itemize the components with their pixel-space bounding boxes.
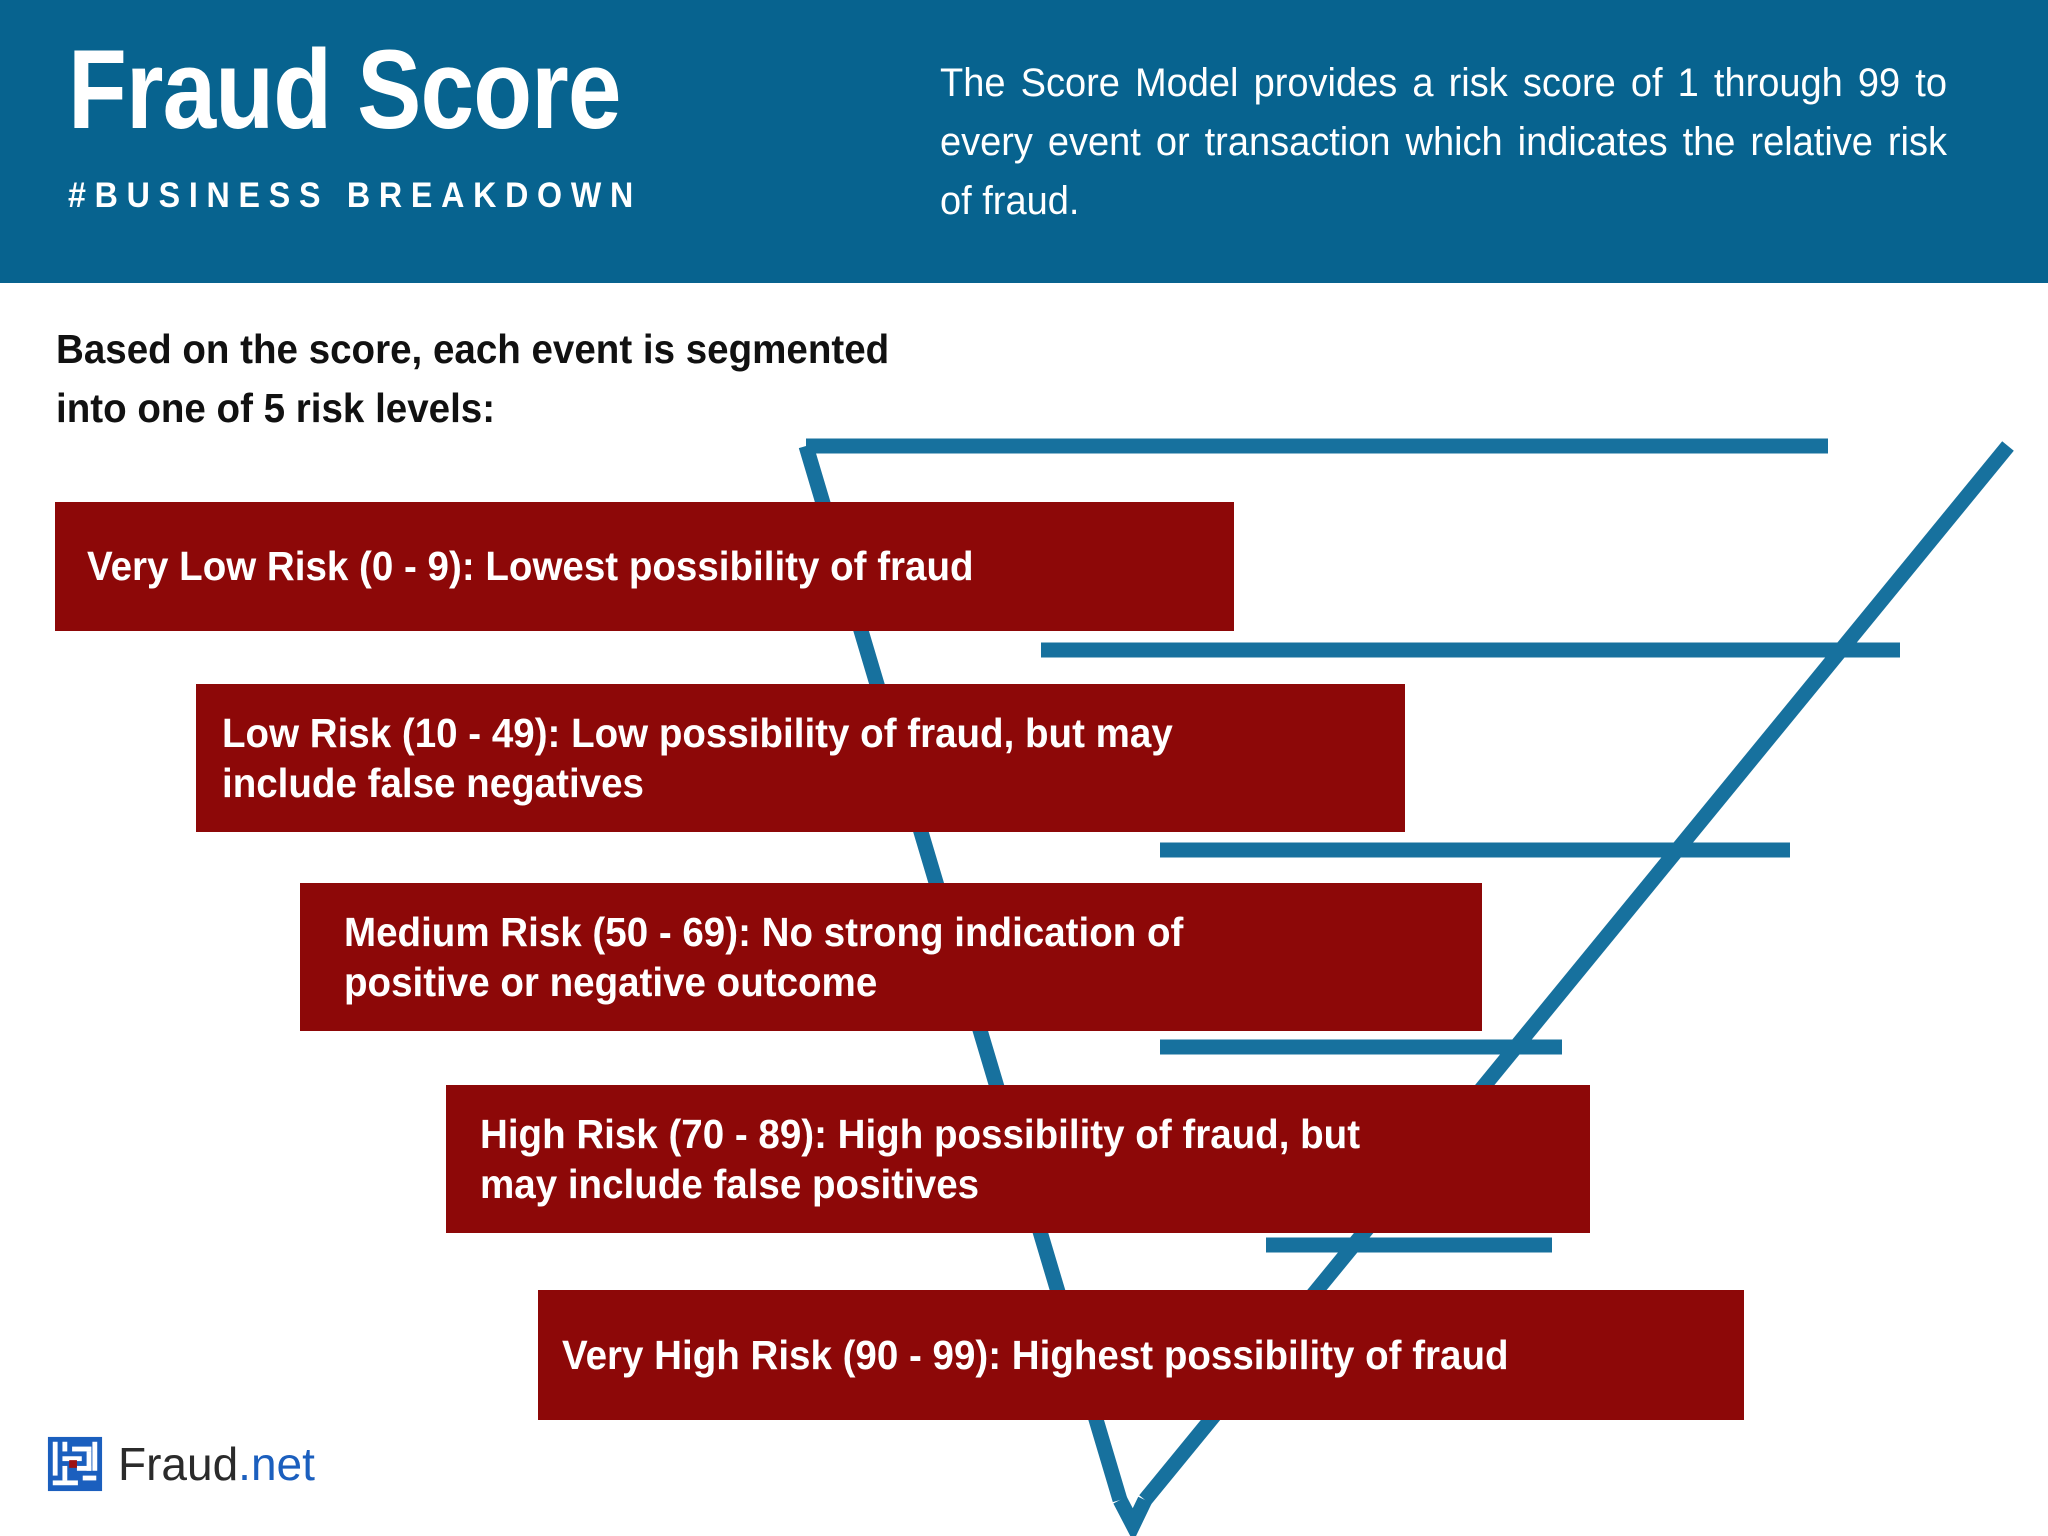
header-banner: Fraud Score #BUSINESS BREAKDOWN The Scor…: [0, 0, 2048, 283]
risk-band-label: Medium Risk (50 - 69): No strong indicat…: [344, 908, 1184, 1005]
risk-band-label: High Risk (70 - 89): High possibility of…: [480, 1110, 1361, 1207]
logo-name: Fraud: [118, 1438, 239, 1490]
risk-band-label: Low Risk (10 - 49): Low possibility of f…: [222, 709, 1173, 806]
infographic-page: Fraud Score #BUSINESS BREAKDOWN The Scor…: [0, 0, 2048, 1536]
risk-band-low: Low Risk (10 - 49): Low possibility of f…: [196, 684, 1405, 832]
brand-logo: Fraud.net: [46, 1435, 315, 1493]
risk-band-label: Very Low Risk (0 - 9): Lowest possibilit…: [87, 543, 974, 590]
logo-wordmark: Fraud.net: [118, 1441, 315, 1487]
header-description: The Score Model provides a risk score of…: [940, 61, 1947, 223]
risk-band-medium: Medium Risk (50 - 69): No strong indicat…: [300, 883, 1482, 1031]
funnel-tip: [1113, 1496, 1152, 1536]
risk-band-very-high: Very High Risk (90 - 99): Highest possib…: [538, 1290, 1744, 1420]
intro-text: Based on the score, each event is segmen…: [56, 326, 890, 432]
page-title: Fraud Score: [68, 27, 621, 152]
risk-band-high: High Risk (70 - 89): High possibility of…: [446, 1085, 1590, 1233]
page-subtitle: #BUSINESS BREAKDOWN: [68, 176, 642, 215]
header-left-block: Fraud Score #BUSINESS BREAKDOWN: [68, 34, 888, 216]
maze-icon: [47, 1436, 103, 1492]
risk-band-very-low: Very Low Risk (0 - 9): Lowest possibilit…: [55, 502, 1234, 631]
risk-band-label: Very High Risk (90 - 99): Highest possib…: [562, 1331, 1509, 1378]
logo-tld: .net: [238, 1438, 315, 1490]
